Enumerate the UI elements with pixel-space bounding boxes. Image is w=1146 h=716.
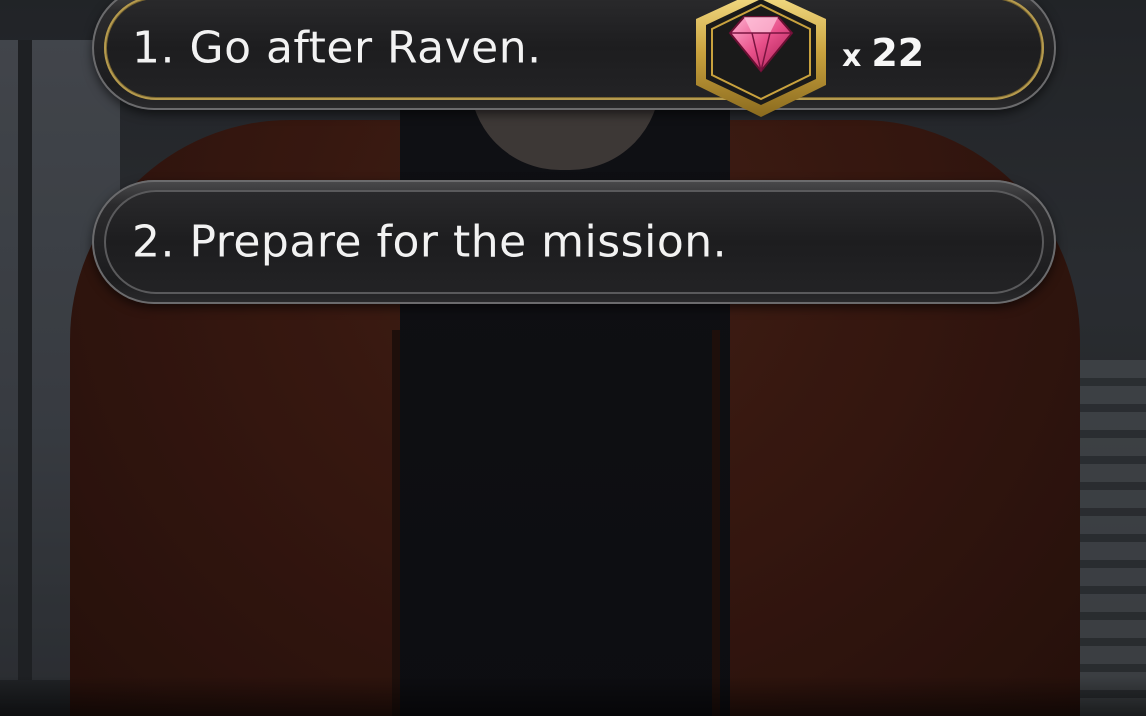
choice-label: 2. Prepare for the mission.: [132, 216, 728, 268]
game-scene: 1. Go after Raven. x 22 2. Prepare for t…: [0, 0, 1146, 716]
cost-value: 22: [871, 31, 925, 75]
choice-button-prepare-for-mission[interactable]: 2. Prepare for the mission.: [92, 180, 1056, 304]
choice-label: 1. Go after Raven.: [132, 22, 542, 74]
gem-icon: [686, 0, 836, 119]
cost-amount: x 22: [842, 31, 924, 75]
cost-multiplier: x: [842, 39, 862, 74]
choice-cost: x 22: [686, 0, 924, 117]
bottom-shadow: [0, 676, 1146, 716]
